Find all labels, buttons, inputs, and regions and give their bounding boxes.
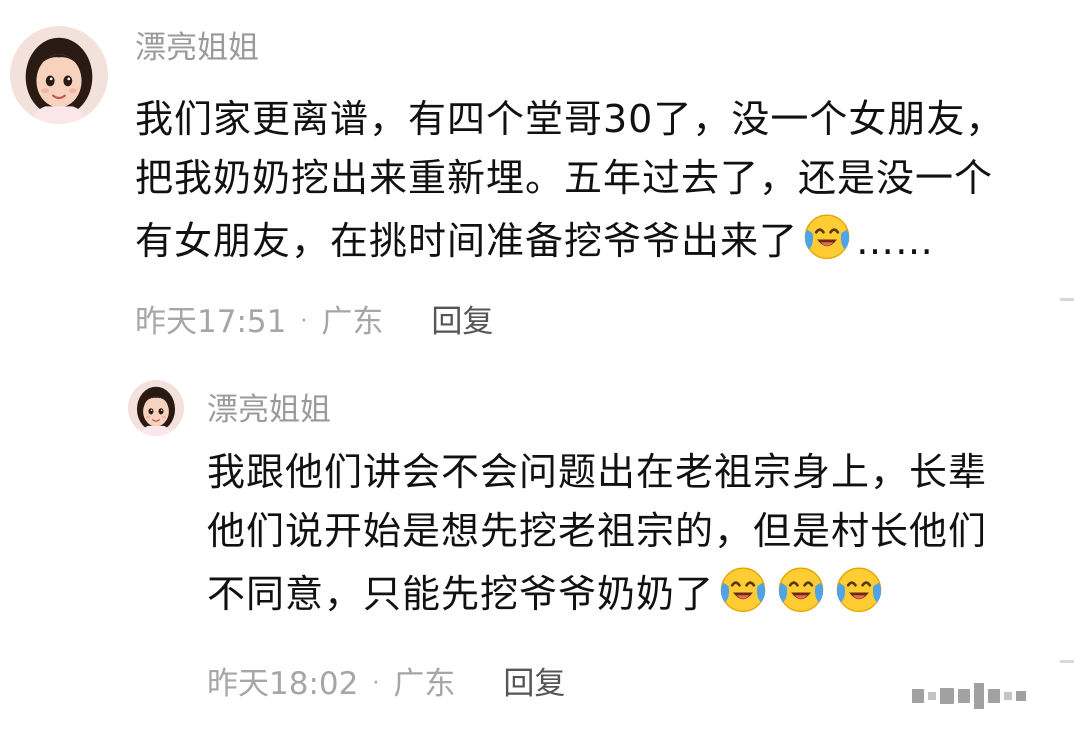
- reply-avatar[interactable]: [128, 380, 184, 436]
- watermark: [912, 683, 1026, 709]
- comment-line: 有女朋友，在挑时间准备挖爷爷出来了 ……: [135, 208, 1004, 267]
- reply-button[interactable]: 回复: [431, 302, 493, 342]
- timestamp: 昨天17:51: [135, 304, 287, 340]
- location: 广东: [321, 304, 384, 340]
- reply-line: 不同意，只能先挖爷爷奶奶了: [207, 561, 987, 620]
- reply-line-text: 不同意，只能先挖爷爷奶奶了: [207, 572, 715, 616]
- crying-laughing-face-icon: [800, 208, 854, 262]
- separator-dot: ·: [300, 309, 308, 334]
- avatar-portrait-icon: [128, 380, 184, 436]
- crying-laughing-face-icon: [832, 561, 886, 615]
- location: 广东: [393, 666, 456, 702]
- divider-tick: [1060, 298, 1074, 301]
- avatar-portrait-icon: [10, 26, 108, 124]
- reply-text: 我跟他们讲会不会问题出在老祖宗身上，长辈 他们说开始是想先挖老祖宗的，但是村长他…: [207, 443, 987, 620]
- comment-line: 把我奶奶挖出来重新埋。五年过去了，还是没一个: [135, 156, 994, 200]
- separator-dot: ·: [372, 671, 380, 696]
- username[interactable]: 漂亮姐姐: [135, 28, 259, 68]
- timestamp: 昨天18:02: [207, 666, 359, 702]
- comment-meta: 昨天17:51 · 广东 回复: [135, 302, 493, 342]
- reply-line: 他们说开始是想先挖老祖宗的，但是村长他们: [207, 509, 988, 553]
- comment-line-text: 有女朋友，在挑时间准备挖爷爷出来了: [135, 219, 799, 263]
- reply-line: 我跟他们讲会不会问题出在老祖宗身上，长辈: [207, 450, 988, 494]
- reply-meta: 昨天18:02 · 广东 回复: [207, 664, 565, 704]
- avatar[interactable]: [10, 26, 108, 124]
- crying-laughing-face-icon: [716, 561, 770, 615]
- divider-tick: [1060, 660, 1074, 663]
- reply-username[interactable]: 漂亮姐姐: [207, 390, 331, 430]
- crying-laughing-face-icon: [774, 561, 828, 615]
- ellipsis: ……: [856, 219, 935, 263]
- comment-line: 我们家更离谱，有四个堂哥30了，没一个女朋友，: [135, 97, 1005, 141]
- comment-text: 我们家更离谱，有四个堂哥30了，没一个女朋友， 把我奶奶挖出来重新埋。五年过去了…: [135, 90, 1004, 267]
- reply-button[interactable]: 回复: [503, 664, 565, 704]
